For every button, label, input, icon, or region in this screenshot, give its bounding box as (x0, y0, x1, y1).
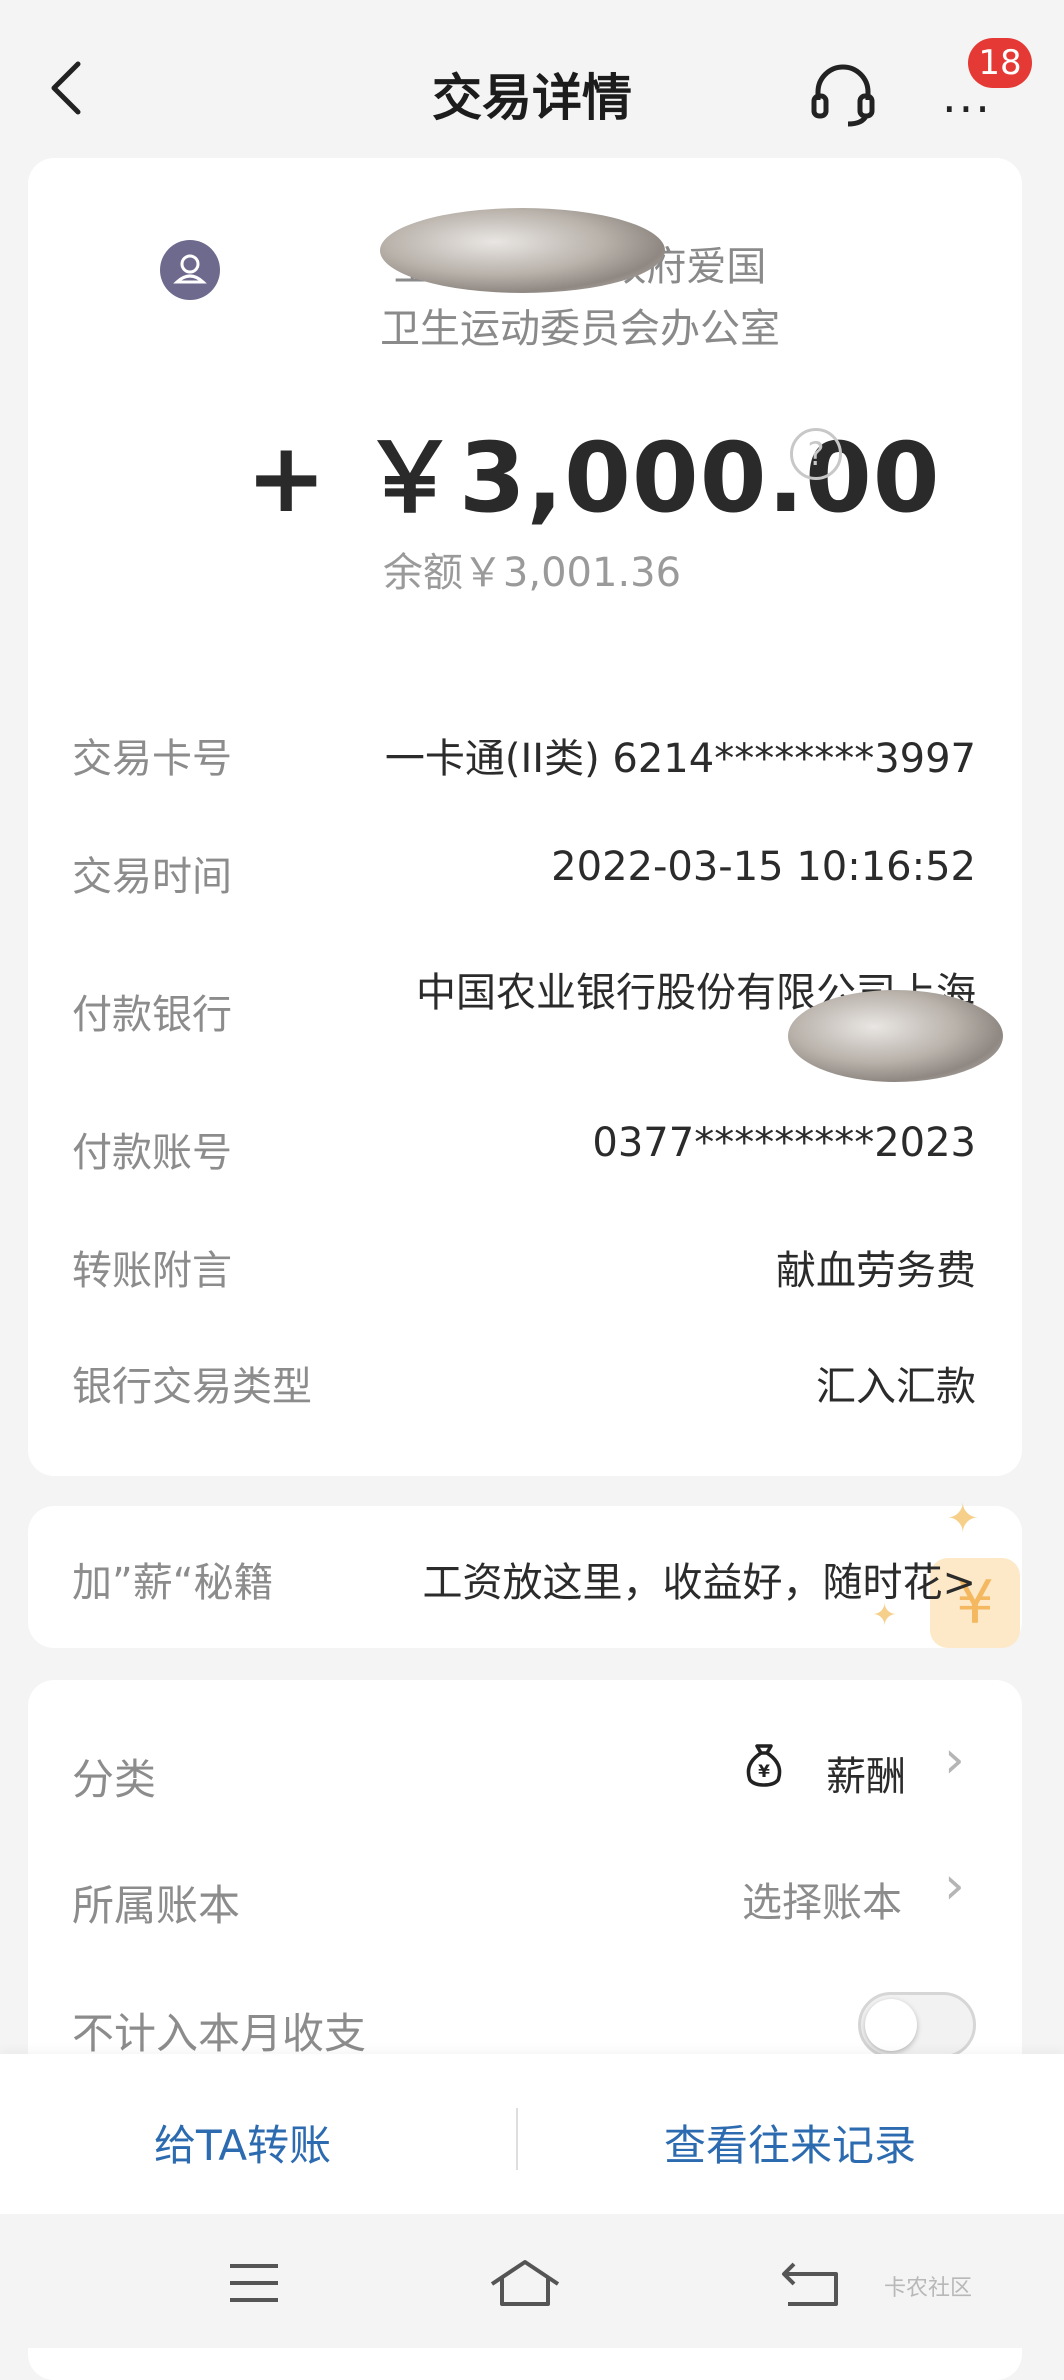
redaction-blot (380, 208, 665, 293)
promo-link[interactable]: 工资放这里，收益好，随时花> (422, 1550, 976, 1608)
watermark-logo: 卡农社区 (884, 2276, 973, 2301)
payer-name-line2: 卫生运动委员会办公室 (380, 306, 780, 352)
exclude-monthly-label: 不计入本月收支 (72, 2009, 367, 2058)
chevron-right-icon[interactable]: › (944, 1730, 965, 1790)
menu-icon[interactable] (228, 2262, 280, 2304)
chevron-right-icon[interactable]: › (944, 1856, 965, 1916)
customer-service-icon[interactable] (808, 62, 878, 128)
transfer-to-ta-button[interactable]: 给TA转账 (154, 2112, 331, 2173)
redaction-blot (788, 990, 1003, 1082)
detail-label-payer-account: 付款账号 (72, 1130, 232, 1176)
detail-value-payer-account: 0377*********2023 (592, 1120, 976, 1166)
exclude-monthly-toggle[interactable] (858, 1992, 976, 2058)
payer-avatar (160, 240, 220, 300)
action-divider (516, 2108, 518, 2170)
user-icon (173, 254, 207, 284)
detail-value-transaction-type: 汇入汇款 (816, 1364, 976, 1410)
money-bag-icon: ¥ (746, 1744, 782, 1787)
detail-label-time: 交易时间 (72, 854, 232, 900)
detail-label-card-number: 交易卡号 (72, 736, 232, 782)
promo-label: 加”薪“秘籍 (72, 1560, 274, 1606)
ledger-label: 所属账本 (72, 1881, 241, 1930)
home-icon[interactable] (488, 2256, 562, 2310)
detail-label-remark: 转账附言 (72, 1248, 232, 1294)
help-question-icon[interactable]: ? (790, 428, 842, 480)
toggle-knob (865, 1999, 917, 2051)
back-nav-icon[interactable] (780, 2258, 842, 2308)
notification-badge: 18 (968, 38, 1032, 88)
account-balance: 余额￥3,001.36 (382, 550, 682, 596)
detail-value-time: 2022-03-15 10:16:52 (551, 844, 976, 890)
more-options-icon[interactable]: ··· (942, 86, 992, 132)
category-value[interactable]: 薪酬 (826, 1744, 906, 1802)
category-label: 分类 (72, 1755, 157, 1804)
detail-label-transaction-type: 银行交易类型 (72, 1364, 312, 1410)
detail-value-remark: 献血劳务费 (776, 1248, 976, 1294)
svg-text:¥: ¥ (758, 1762, 770, 1782)
view-history-button[interactable]: 查看往来记录 (664, 2112, 916, 2173)
ledger-value[interactable]: 选择账本 (742, 1870, 902, 1928)
detail-value-card-number: 一卡通(II类) 6214********3997 (384, 736, 976, 782)
page-title: 交易详情 (432, 69, 632, 127)
sparkle-icon: ✦ (946, 1496, 980, 1542)
detail-label-payer-bank: 付款银行 (72, 992, 232, 1038)
